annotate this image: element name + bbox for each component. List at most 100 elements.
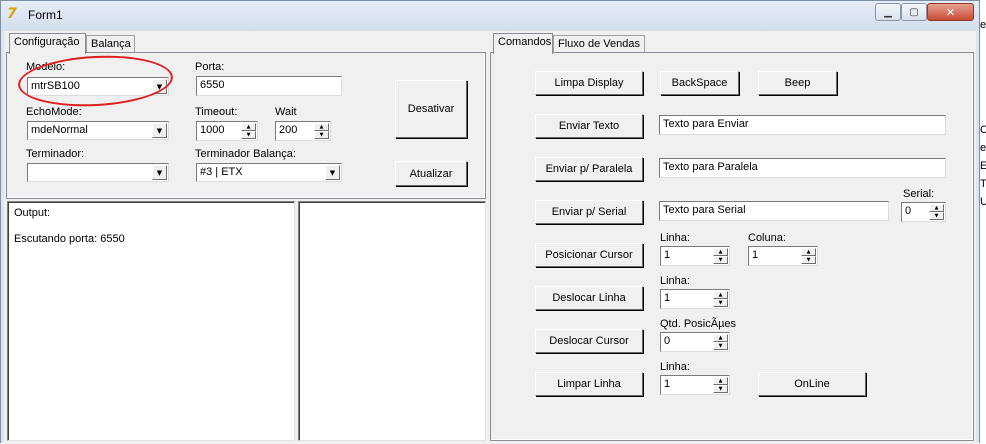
spin-down-icon[interactable]: ▼ [314, 131, 329, 139]
echomode-label: EchoMode: [26, 106, 82, 118]
tab-fluxo-de-vendas[interactable]: Fluxo de Vendas [553, 35, 645, 53]
limpa-display-button[interactable]: Limpa Display [535, 71, 643, 95]
pos-coluna-spin[interactable]: 1 ▲ ▼ [748, 246, 818, 266]
spin-up-icon[interactable]: ▲ [713, 291, 728, 299]
limpar-linha-label: Linha: [660, 361, 690, 373]
spin-down-icon[interactable]: ▼ [929, 212, 944, 220]
spin-up-icon[interactable]: ▲ [929, 204, 944, 212]
backspace-button[interactable]: BackSpace [660, 71, 739, 95]
enviar-serial-button[interactable]: Enviar p/ Serial [535, 200, 643, 224]
porta-value: 6550 [200, 79, 225, 91]
pos-coluna-label: Coluna: [748, 232, 786, 244]
spin-down-icon[interactable]: ▼ [801, 256, 816, 264]
atualizar-label: Atualizar [409, 167, 453, 180]
chevron-down-icon[interactable]: ▼ [152, 79, 167, 94]
form-window: 7 Form1 ▁ ▢ ✕ Configuração Balança Model… [0, 0, 980, 444]
background-text: e [980, 19, 986, 31]
background-text: e [980, 142, 986, 154]
tab-configuracao[interactable]: Configuração [9, 33, 86, 54]
close-button[interactable]: ✕ [927, 3, 974, 21]
button-label: Deslocar Cursor [549, 335, 629, 347]
posicionar-cursor-button[interactable]: Posicionar Cursor [535, 243, 643, 267]
title-bar[interactable]: 7 Form1 ▁ ▢ ✕ [1, 1, 979, 31]
background-window [979, 0, 986, 443]
spin-down-icon[interactable]: ▼ [241, 131, 256, 139]
minimize-icon: ▁ [884, 6, 892, 18]
spin-down-icon[interactable]: ▼ [713, 385, 728, 393]
background-text: E [980, 160, 986, 172]
atualizar-button[interactable]: Atualizar [395, 161, 467, 186]
enviar-paralela-button[interactable]: Enviar p/ Paralela [535, 157, 643, 181]
pos-coluna-value: 1 [752, 249, 759, 261]
limpar-linha-spin[interactable]: 1 ▲ ▼ [660, 375, 730, 395]
spin-down-icon[interactable]: ▼ [713, 256, 728, 264]
enviar-texto-button[interactable]: Enviar Texto [535, 114, 643, 138]
texto-paralela-input[interactable]: Texto para Paralela [659, 158, 946, 178]
chevron-down-icon[interactable]: ▼ [152, 165, 167, 180]
spin-up-icon[interactable]: ▲ [241, 123, 256, 131]
secondary-memo[interactable] [298, 201, 486, 441]
qtd-pos-spin[interactable]: 0 ▲ ▼ [660, 332, 730, 352]
button-label: Posicionar Cursor [545, 249, 633, 261]
spin-up-icon[interactable]: ▲ [713, 248, 728, 256]
button-label: Enviar p/ Paralela [545, 163, 633, 175]
button-label: BackSpace [671, 77, 728, 89]
output-memo[interactable]: Output: Escutando porta: 6550 [7, 201, 295, 441]
button-label: Enviar Texto [558, 120, 620, 132]
desativar-button[interactable]: Desativar [395, 80, 467, 138]
tab-label: Balança [91, 38, 131, 50]
desativar-label: Desativar [407, 103, 455, 115]
qtd-pos-label: Qtd. PosicÃµes [660, 318, 737, 330]
background-text: T [980, 178, 986, 190]
pos-linha-value: 1 [664, 249, 671, 261]
modelo-value: mtrSB100 [31, 80, 80, 92]
minimize-button[interactable]: ▁ [875, 3, 901, 21]
beep-button[interactable]: Beep [758, 71, 837, 95]
deslocar-linha-button[interactable]: Deslocar Linha [535, 286, 643, 310]
deslocar-cursor-button[interactable]: Deslocar Cursor [535, 329, 643, 353]
modelo-select[interactable]: mtrSB100 ▼ [27, 77, 169, 96]
texto-enviar-input[interactable]: Texto para Enviar [659, 115, 946, 135]
button-label: Enviar p/ Serial [551, 206, 627, 218]
spin-up-icon[interactable]: ▲ [801, 248, 816, 256]
echomode-select[interactable]: mdeNormal ▼ [27, 121, 169, 140]
limpar-linha-value: 1 [664, 378, 671, 390]
terminador-select[interactable]: ▼ [27, 163, 169, 182]
timeout-spin[interactable]: 1000 ▲ ▼ [196, 121, 258, 141]
chevron-down-icon[interactable]: ▼ [152, 123, 167, 138]
spin-up-icon[interactable]: ▲ [713, 334, 728, 342]
button-label: OnLine [794, 378, 830, 390]
spin-down-icon[interactable]: ▼ [713, 299, 728, 307]
online-button[interactable]: OnLine [758, 372, 866, 396]
button-label: Limpa Display [554, 77, 624, 89]
spin-up-icon[interactable]: ▲ [314, 123, 329, 131]
tab-comandos[interactable]: Comandos [493, 33, 553, 54]
serial-value: 0 [905, 205, 912, 217]
timeout-value: 1000 [200, 124, 225, 136]
button-label: Beep [784, 77, 811, 89]
porta-input[interactable]: 6550 [196, 76, 342, 96]
limpar-linha-button[interactable]: Limpar Linha [535, 372, 643, 396]
desl-linha-value: 1 [664, 292, 671, 304]
spin-up-icon[interactable]: ▲ [713, 377, 728, 385]
button-label: Limpar Linha [557, 378, 621, 390]
background-text: C [980, 124, 986, 136]
chevron-down-icon[interactable]: ▼ [325, 165, 340, 180]
button-label: Deslocar Linha [552, 292, 626, 304]
terminador-balanca-select[interactable]: #3 | ETX ▼ [196, 163, 342, 182]
desl-linha-label: Linha: [660, 275, 690, 287]
maximize-button[interactable]: ▢ [901, 3, 927, 21]
wait-value: 200 [279, 124, 298, 136]
tab-label: Comandos [498, 36, 552, 48]
output-line: Output: [14, 207, 51, 219]
qtd-pos-value: 0 [664, 335, 671, 347]
spin-down-icon[interactable]: ▼ [713, 342, 728, 350]
pos-linha-label: Linha: [660, 232, 690, 244]
tab-balanca[interactable]: Balança [86, 35, 135, 53]
field-value: Texto para Paralela [663, 161, 758, 173]
wait-spin[interactable]: 200 ▲ ▼ [275, 121, 331, 141]
desl-linha-spin[interactable]: 1 ▲ ▼ [660, 289, 730, 309]
serial-spin[interactable]: 0 ▲ ▼ [901, 202, 946, 222]
pos-linha-spin[interactable]: 1 ▲ ▼ [660, 246, 730, 266]
texto-serial-input[interactable]: Texto para Serial [659, 201, 889, 221]
